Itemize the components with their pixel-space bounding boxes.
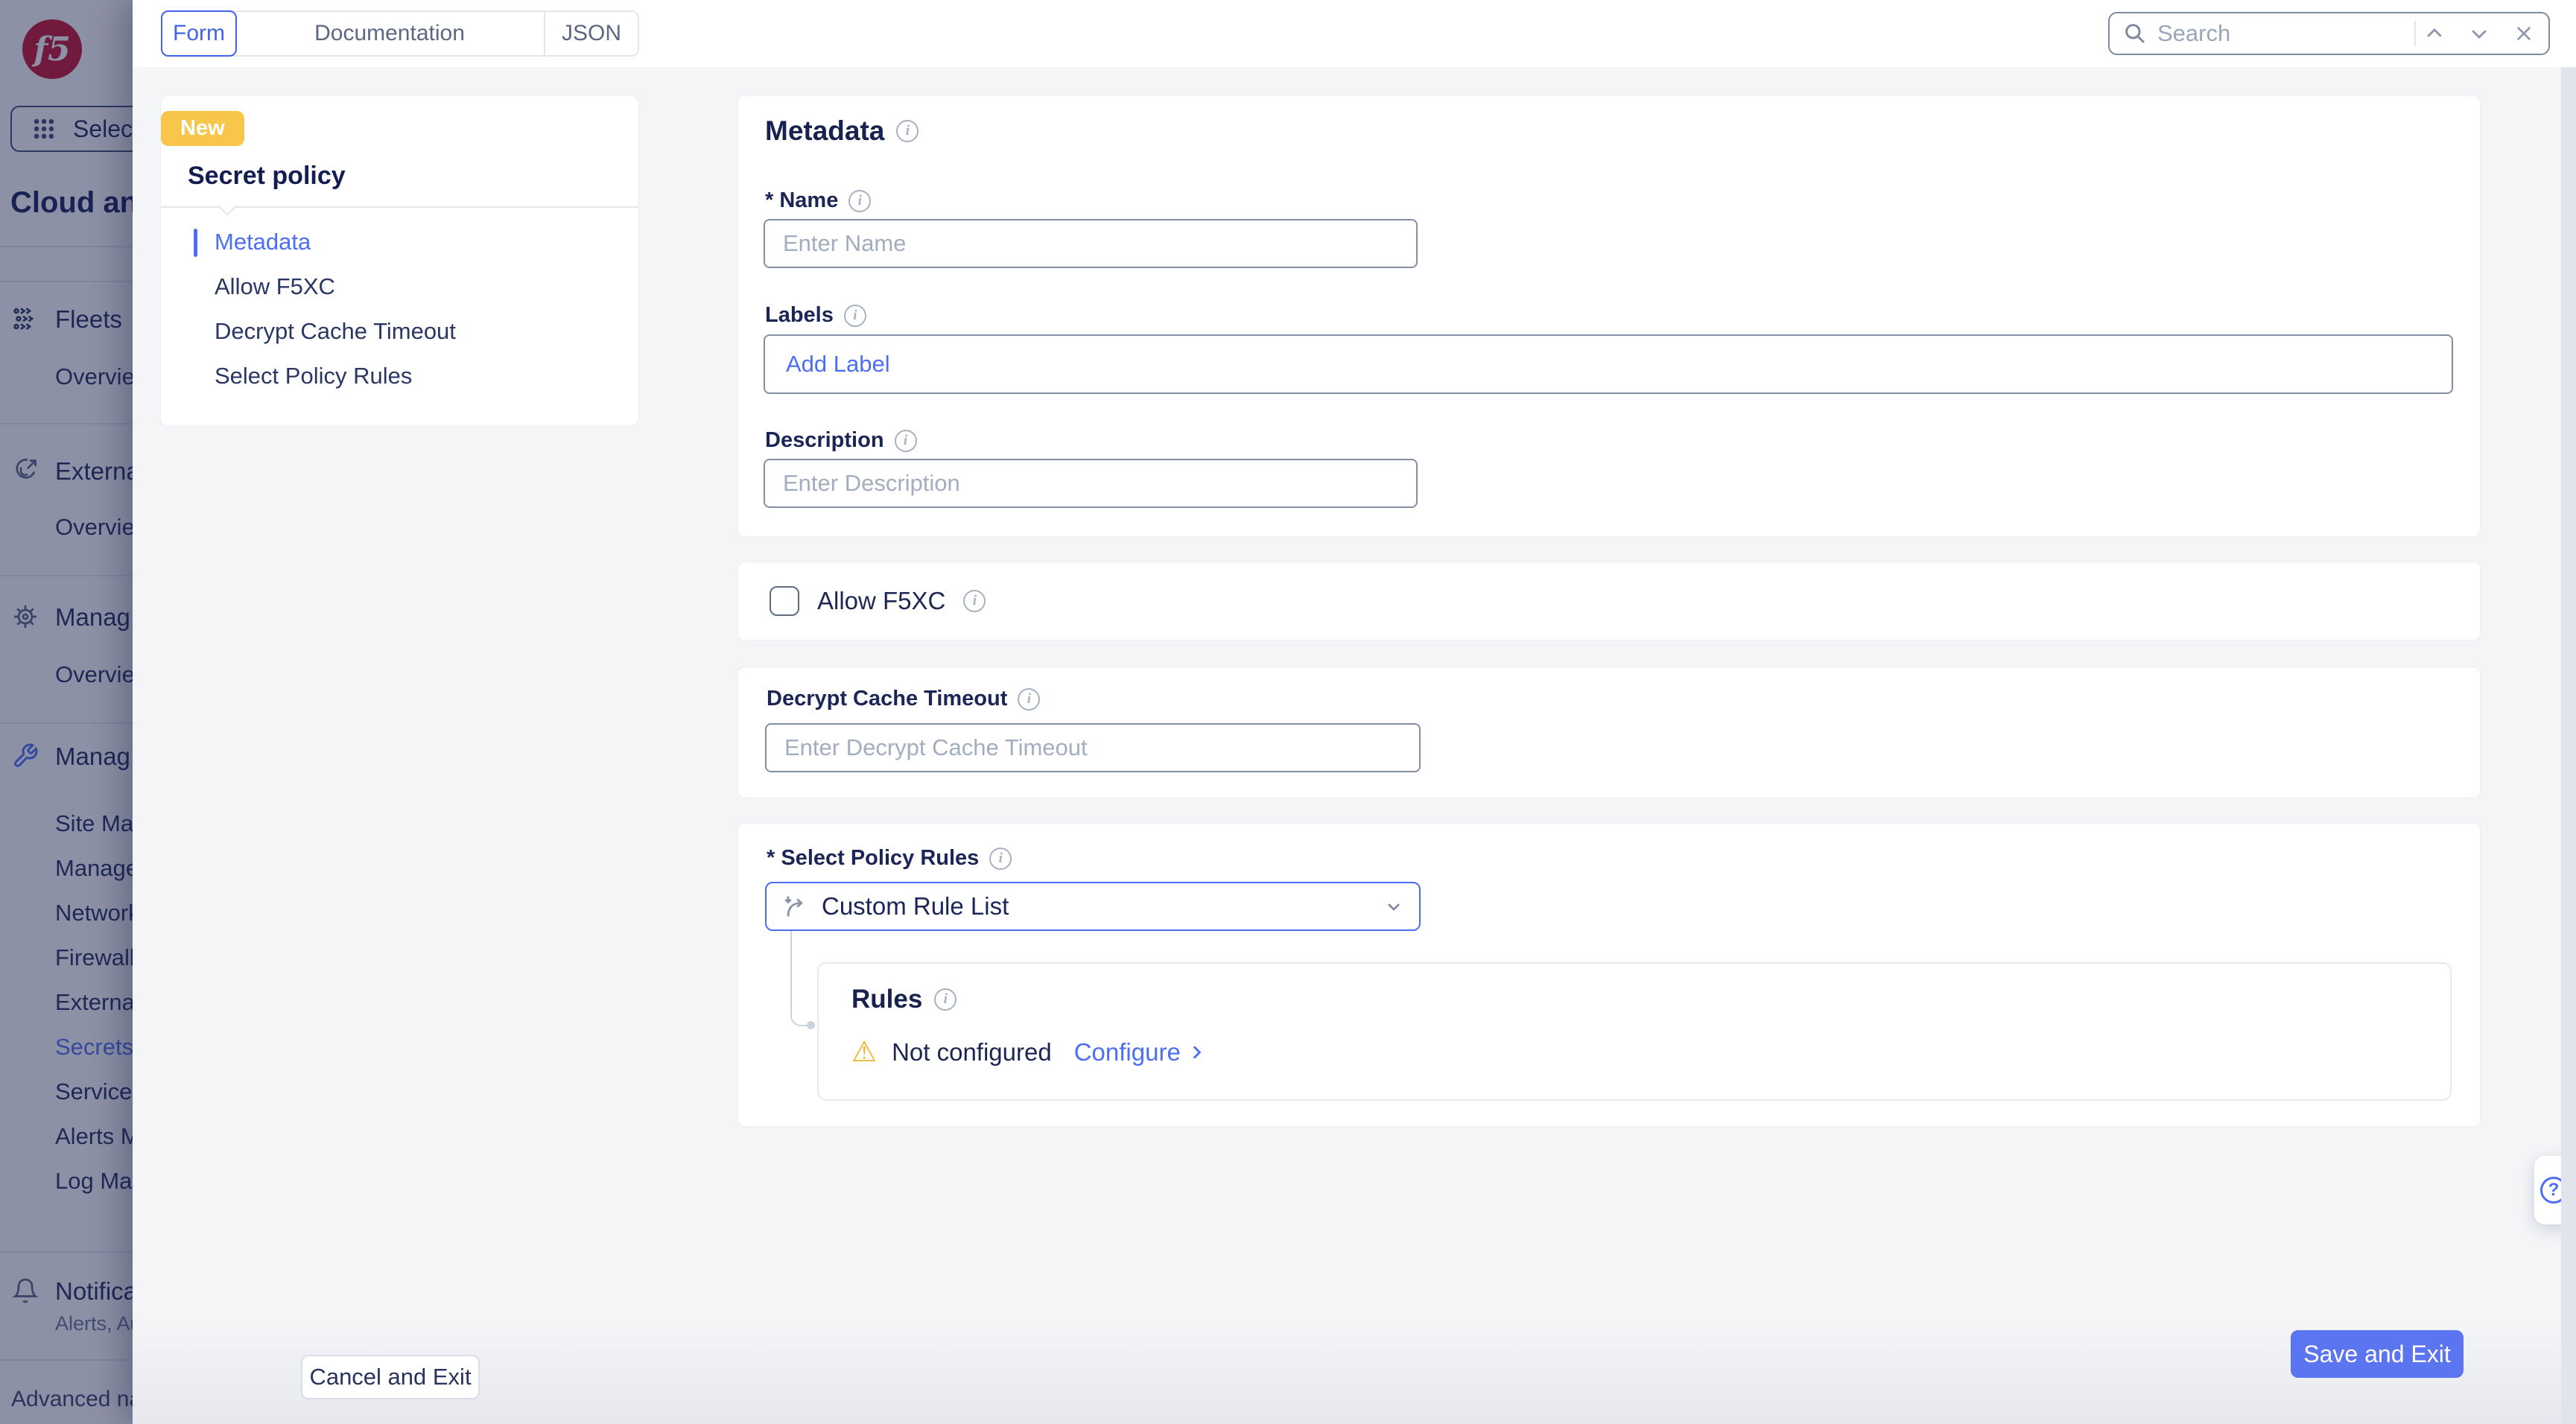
metadata-section-card: Metadata i * Name i Labels i Add Label D… — [737, 95, 2481, 537]
status-badge-new: New — [161, 111, 244, 146]
metadata-heading-text: Metadata — [765, 115, 884, 147]
view-tabs: Form Documentation JSON — [161, 10, 639, 57]
branch-arrow-icon — [781, 893, 808, 920]
search-icon — [2123, 22, 2147, 45]
select-policy-rules-label-text: * Select Policy Rules — [767, 846, 979, 871]
labels-field[interactable]: Add Label — [764, 334, 2453, 394]
labels-label-text: Labels — [765, 303, 834, 328]
info-icon[interactable]: i — [1018, 688, 1040, 711]
info-icon[interactable]: i — [989, 848, 1012, 870]
form-nav-decrypt-cache-timeout[interactable]: Decrypt Cache Timeout — [161, 309, 638, 354]
divider — [2414, 21, 2416, 46]
name-label: * Name i — [765, 188, 871, 213]
search-prev-button[interactable] — [2422, 21, 2447, 46]
add-label-button[interactable]: Add Label — [786, 351, 890, 378]
form-nav-allow-f5xc[interactable]: Allow F5XC — [161, 264, 638, 309]
secret-policy-form-panel: Form Documentation JSON — [133, 0, 2576, 1424]
overlay-scrim — [0, 0, 134, 1424]
description-label: Description i — [765, 428, 917, 453]
tree-connector-line — [790, 931, 811, 1026]
decrypt-cache-timeout-input[interactable] — [765, 723, 1421, 772]
tree-connector-dot — [807, 1021, 815, 1029]
name-label-text: * Name — [765, 188, 838, 213]
allow-f5xc-label: Allow F5XC — [817, 587, 945, 615]
description-input[interactable] — [764, 459, 1418, 508]
tab-documentation[interactable]: Documentation — [235, 12, 544, 55]
tab-form[interactable]: Form — [161, 10, 237, 57]
labels-label: Labels i — [765, 303, 866, 328]
decrypt-cache-timeout-label: Decrypt Cache Timeout i — [767, 687, 1040, 711]
rules-subsection-card: Rules i ⚠ Not configured Configure — [817, 962, 2452, 1101]
info-icon[interactable]: i — [848, 190, 871, 212]
info-icon[interactable]: i — [844, 305, 866, 327]
allow-f5xc-section-card: Allow F5XC i — [737, 562, 2481, 641]
form-nav-metadata[interactable]: Metadata — [161, 220, 638, 264]
allow-f5xc-checkbox[interactable] — [770, 586, 799, 616]
search-input[interactable] — [2157, 20, 2381, 47]
page-title: Secret policy — [188, 162, 346, 191]
form-nav-select-policy-rules[interactable]: Select Policy Rules — [161, 354, 638, 398]
search-next-button[interactable] — [2466, 21, 2492, 46]
tab-json[interactable]: JSON — [544, 12, 638, 55]
rules-status-text: Not configured — [892, 1038, 1052, 1067]
info-icon[interactable]: i — [934, 988, 957, 1011]
divider-notch — [218, 197, 236, 215]
footer-gradient — [133, 1320, 2576, 1424]
policy-rules-dropdown[interactable]: Custom Rule List — [765, 882, 1421, 931]
search-box — [2108, 12, 2550, 55]
rules-heading: Rules — [851, 985, 922, 1014]
policy-rules-dropdown-value: Custom Rule List — [822, 892, 1383, 921]
configure-rules-link[interactable]: Configure — [1074, 1038, 1206, 1067]
name-input[interactable] — [764, 219, 1418, 268]
select-policy-rules-section-card: * Select Policy Rules i Custom Rule List… — [737, 823, 2481, 1127]
cancel-and-exit-button[interactable]: Cancel and Exit — [301, 1355, 480, 1399]
info-icon[interactable]: i — [963, 590, 986, 612]
scrollbar-track[interactable] — [2561, 67, 2576, 1424]
info-icon[interactable]: i — [896, 120, 919, 142]
chevron-down-icon — [1383, 896, 1404, 917]
decrypt-cache-timeout-section-card: Decrypt Cache Timeout i — [737, 667, 2481, 798]
metadata-heading: Metadata i — [765, 115, 919, 147]
description-label-text: Description — [765, 428, 884, 453]
info-icon[interactable]: i — [895, 430, 917, 452]
form-topbar: Form Documentation JSON — [133, 0, 2576, 67]
configure-link-text: Configure — [1074, 1038, 1181, 1067]
chevron-right-icon — [1187, 1043, 1206, 1062]
form-nav-card: New Secret policy Metadata Allow F5XC De… — [160, 95, 639, 427]
select-policy-rules-label: * Select Policy Rules i — [767, 846, 1012, 871]
decrypt-cache-timeout-label-text: Decrypt Cache Timeout — [767, 687, 1007, 711]
save-and-exit-button[interactable]: Save and Exit — [2291, 1330, 2464, 1378]
warning-icon: ⚠ — [851, 1038, 877, 1067]
search-close-button[interactable] — [2511, 21, 2537, 46]
